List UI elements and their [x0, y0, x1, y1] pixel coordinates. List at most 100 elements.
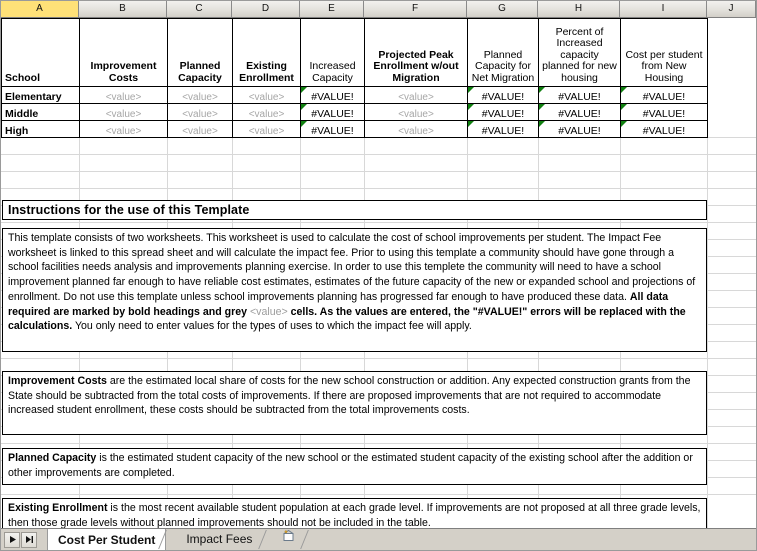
value-placeholder: <value>	[398, 108, 434, 120]
cell-f3[interactable]: <value>	[364, 103, 468, 121]
cell-e4[interactable]: #VALUE!	[300, 120, 365, 138]
value-error: #VALUE!	[558, 124, 601, 137]
cell-h4[interactable]: #VALUE!	[538, 120, 621, 138]
text-run: Planned Capacity	[8, 452, 97, 464]
cell-e2[interactable]: #VALUE!	[300, 86, 365, 104]
column-header-c[interactable]: C	[167, 1, 232, 17]
cell-h3[interactable]: #VALUE!	[538, 103, 621, 121]
nav-last-icon[interactable]	[21, 531, 37, 548]
text-run: is the estimated student capacity of the…	[8, 452, 693, 479]
cell-g3[interactable]: #VALUE!	[467, 103, 539, 121]
cell-f2[interactable]: <value>	[364, 86, 468, 104]
value-error: #VALUE!	[481, 107, 525, 120]
instructions-heading: Instructions for the use of this Templat…	[2, 200, 707, 220]
value-error: #VALUE!	[558, 107, 601, 120]
column-header-f[interactable]: F	[364, 1, 467, 17]
column-header-h[interactable]: H	[538, 1, 620, 17]
row-label-high[interactable]: High	[1, 120, 80, 138]
value-placeholder: <value>	[248, 125, 285, 137]
cell-g4[interactable]: #VALUE!	[467, 120, 539, 138]
column-title-a[interactable]: School	[1, 18, 80, 87]
cell-b3[interactable]: <value>	[79, 103, 168, 121]
text-run: This template consists of two worksheets…	[8, 232, 696, 303]
column-header-e[interactable]: E	[300, 1, 364, 17]
value-placeholder: <value>	[182, 91, 218, 103]
value-error: #VALUE!	[642, 90, 686, 103]
cell-i4[interactable]: #VALUE!	[620, 120, 708, 138]
value-error: #VALUE!	[481, 124, 525, 137]
column-header-g[interactable]: G	[467, 1, 538, 17]
cell-f4[interactable]: <value>	[364, 120, 468, 138]
cell-b4[interactable]: <value>	[79, 120, 168, 138]
value-placeholder: <value>	[105, 108, 142, 120]
gridline-horizontal	[1, 443, 756, 444]
column-title-h[interactable]: Percent of Increased capacity planned fo…	[538, 18, 621, 87]
table-row: High <value> <value> <value> #VALUE! <value> #…	[1, 120, 708, 138]
sheet-nav-buttons	[3, 529, 41, 550]
instruction-paragraph-overview: This template consists of two worksheets…	[2, 228, 707, 352]
row-label-elementary[interactable]: Elementary	[1, 86, 80, 104]
gridline-horizontal	[1, 154, 756, 155]
cell-c3[interactable]: <value>	[167, 103, 233, 121]
gridline-horizontal	[1, 494, 756, 495]
text-run: Existing Enrollment	[8, 502, 108, 514]
instruction-paragraph-existing-enrollment: Existing Enrollment is the most recent a…	[2, 498, 707, 528]
column-header-bar: ABCDEFGHIJ	[1, 1, 756, 18]
sheet-tab-impact-fees[interactable]: Impact Fees	[174, 529, 266, 549]
row-label-middle[interactable]: Middle	[1, 103, 80, 121]
text-run: are the estimated local share of costs f…	[8, 375, 691, 417]
value-placeholder: <value>	[398, 91, 434, 103]
value-error: #VALUE!	[311, 107, 354, 120]
value-error: #VALUE!	[642, 107, 686, 120]
text-run: is the most recent available student pop…	[8, 502, 701, 528]
column-header-d[interactable]: D	[232, 1, 300, 17]
spreadsheet-window: ABCDEFGHIJ School Improvement Costs Planne…	[0, 0, 757, 551]
value-error: #VALUE!	[481, 90, 525, 103]
table-body: Elementary <value> <value> <value> #VALUE! <v…	[1, 86, 708, 138]
column-title-g[interactable]: Planned Capacity for Net Migration	[467, 18, 539, 87]
instruction-paragraph-planned-capacity: Planned Capacity is the estimated studen…	[2, 448, 707, 485]
value-placeholder: <value>	[248, 91, 285, 103]
column-title-b[interactable]: Improvement Costs	[79, 18, 168, 87]
nav-next-icon[interactable]	[4, 531, 20, 548]
cell-d2[interactable]: <value>	[232, 86, 301, 104]
gridline-horizontal	[1, 171, 756, 172]
value-placeholder: <value>	[105, 125, 142, 137]
column-header-a[interactable]: A	[1, 1, 79, 17]
cell-g2[interactable]: #VALUE!	[467, 86, 539, 104]
text-run: You only need to enter values for the ty…	[72, 320, 472, 333]
column-header-b[interactable]: B	[79, 1, 167, 17]
cost-per-student-table: School Improvement Costs Planned Capacity E…	[1, 18, 708, 138]
instruction-paragraph-improvement-costs: Improvement Costs are the estimated loca…	[2, 371, 707, 435]
gridline-horizontal	[1, 222, 756, 223]
cell-d3[interactable]: <value>	[232, 103, 301, 121]
cell-i2[interactable]: #VALUE!	[620, 86, 708, 104]
text-run: Improvement Costs	[8, 375, 107, 387]
value-placeholder: <value>	[182, 125, 218, 137]
grid-body[interactable]: School Improvement Costs Planned Capacity E…	[1, 18, 756, 528]
value-error: #VALUE!	[642, 124, 686, 137]
sheet-tab-cost-per-student[interactable]: Cost Per Student	[47, 529, 167, 550]
cell-c2[interactable]: <value>	[167, 86, 233, 104]
column-title-c[interactable]: Planned Capacity	[167, 18, 233, 87]
cell-i3[interactable]: #VALUE!	[620, 103, 708, 121]
column-title-e[interactable]: Increased Capacity	[300, 18, 365, 87]
value-error: #VALUE!	[311, 90, 354, 103]
column-header-i[interactable]: I	[620, 1, 707, 17]
gridline-horizontal	[1, 358, 756, 359]
sheet-tabs: Cost Per Student Impact Fees	[47, 529, 316, 550]
cell-h2[interactable]: #VALUE!	[538, 86, 621, 104]
cell-b2[interactable]: <value>	[79, 86, 168, 104]
column-title-d[interactable]: Existing Enrollment	[232, 18, 301, 87]
table-row: Middle <value> <value> <value> #VALUE! <value…	[1, 103, 708, 121]
value-placeholder: <value>	[182, 108, 218, 120]
column-title-f[interactable]: Projected Peak Enrollment w/out Migratio…	[364, 18, 468, 87]
gridline-horizontal	[1, 188, 756, 189]
column-title-i[interactable]: Cost per student from New Housing	[620, 18, 708, 87]
cell-d4[interactable]: <value>	[232, 120, 301, 138]
table-header-row: School Improvement Costs Planned Capacity E…	[1, 18, 708, 87]
insert-worksheet-icon[interactable]	[274, 529, 302, 543]
cell-e3[interactable]: #VALUE!	[300, 103, 365, 121]
column-header-j[interactable]: J	[707, 1, 756, 17]
cell-c4[interactable]: <value>	[167, 120, 233, 138]
